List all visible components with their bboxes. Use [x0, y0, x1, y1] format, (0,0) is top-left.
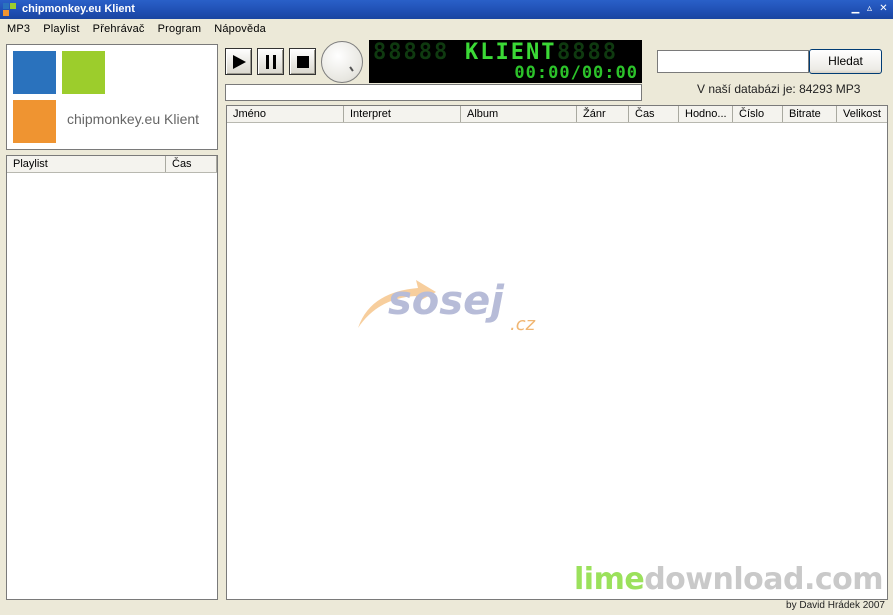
column-header-playlist[interactable]: Playlist [7, 156, 166, 172]
window-title: chipmonkey.eu Klient [22, 3, 135, 15]
menu-item-player[interactable]: Přehrávač [86, 19, 151, 39]
lcd-ghost-segments-right: 8888 [557, 40, 618, 65]
app-icon [3, 3, 17, 16]
logo-square-blue [13, 51, 56, 94]
search-input[interactable] [657, 50, 809, 73]
title-bar: chipmonkey.eu Klient ▁ ▵ ✕ [0, 0, 893, 19]
menu-item-program[interactable]: Program [151, 19, 208, 39]
menu-item-help[interactable]: Nápověda [207, 19, 272, 39]
menu-bar: MP3 Playlist Přehrávač Program Nápověda [0, 19, 893, 39]
logo-square-green [62, 51, 105, 94]
column-header-genre[interactable]: Žánr [577, 106, 629, 122]
track-list[interactable]: Jméno Interpret Album Žánr Čas Hodno... … [226, 105, 888, 600]
close-button[interactable]: ✕ [878, 3, 889, 15]
footer-author: by David Hrádek 2007 [786, 600, 885, 611]
stop-icon [297, 56, 309, 68]
pause-button[interactable] [257, 48, 284, 75]
sosej-text: sosej [388, 278, 504, 324]
column-header-album[interactable]: Album [461, 106, 577, 122]
maximize-button[interactable]: ▵ [864, 3, 875, 15]
sosej-watermark: sosej .cz [352, 270, 552, 350]
window-controls: ▁ ▵ ✕ [850, 3, 889, 15]
pause-icon [266, 55, 276, 69]
lime-text: lime [574, 562, 645, 597]
column-header-time[interactable]: Čas [166, 156, 217, 172]
lcd-time: 00:00/00:00 [514, 63, 638, 83]
playlist-panel[interactable]: Playlist Čas [6, 155, 218, 600]
minimize-button[interactable]: ▁ [850, 3, 861, 15]
column-header-rating[interactable]: Hodno... [679, 106, 733, 122]
play-button[interactable] [225, 48, 252, 75]
column-header-duration[interactable]: Čas [629, 106, 679, 122]
download-text: download.com [644, 562, 884, 597]
menu-item-mp3[interactable]: MP3 [0, 19, 36, 39]
column-header-number[interactable]: Číslo [733, 106, 783, 122]
lcd-ghost-segments-left: 88888 [373, 40, 450, 65]
play-icon [233, 55, 246, 69]
database-info: V naší databázi je: 84293 MP3 [697, 82, 861, 96]
search-button[interactable]: Hledat [809, 49, 882, 74]
stop-button[interactable] [289, 48, 316, 75]
column-header-name[interactable]: Jméno [227, 106, 344, 122]
logo-panel: chipmonkey.eu Klient [6, 44, 218, 150]
logo-text: chipmonkey.eu Klient [67, 111, 200, 127]
sosej-tld: .cz [510, 314, 536, 335]
progress-bar[interactable] [225, 84, 642, 101]
volume-knob[interactable] [321, 41, 363, 83]
logo-square-orange [13, 100, 56, 143]
limedownload-watermark: limedownload.com [574, 562, 884, 597]
menu-item-playlist[interactable]: Playlist [36, 19, 85, 39]
lcd-text: KLIENT [465, 40, 557, 65]
column-header-size[interactable]: Velikost [837, 106, 887, 122]
column-header-artist[interactable]: Interpret [344, 106, 461, 122]
lcd-display: 88888 KLIENT 8888 00:00/00:00 [369, 40, 642, 83]
column-header-bitrate[interactable]: Bitrate [783, 106, 837, 122]
track-list-header: Jméno Interpret Album Žánr Čas Hodno... … [227, 106, 887, 123]
playlist-header: Playlist Čas [7, 156, 217, 173]
